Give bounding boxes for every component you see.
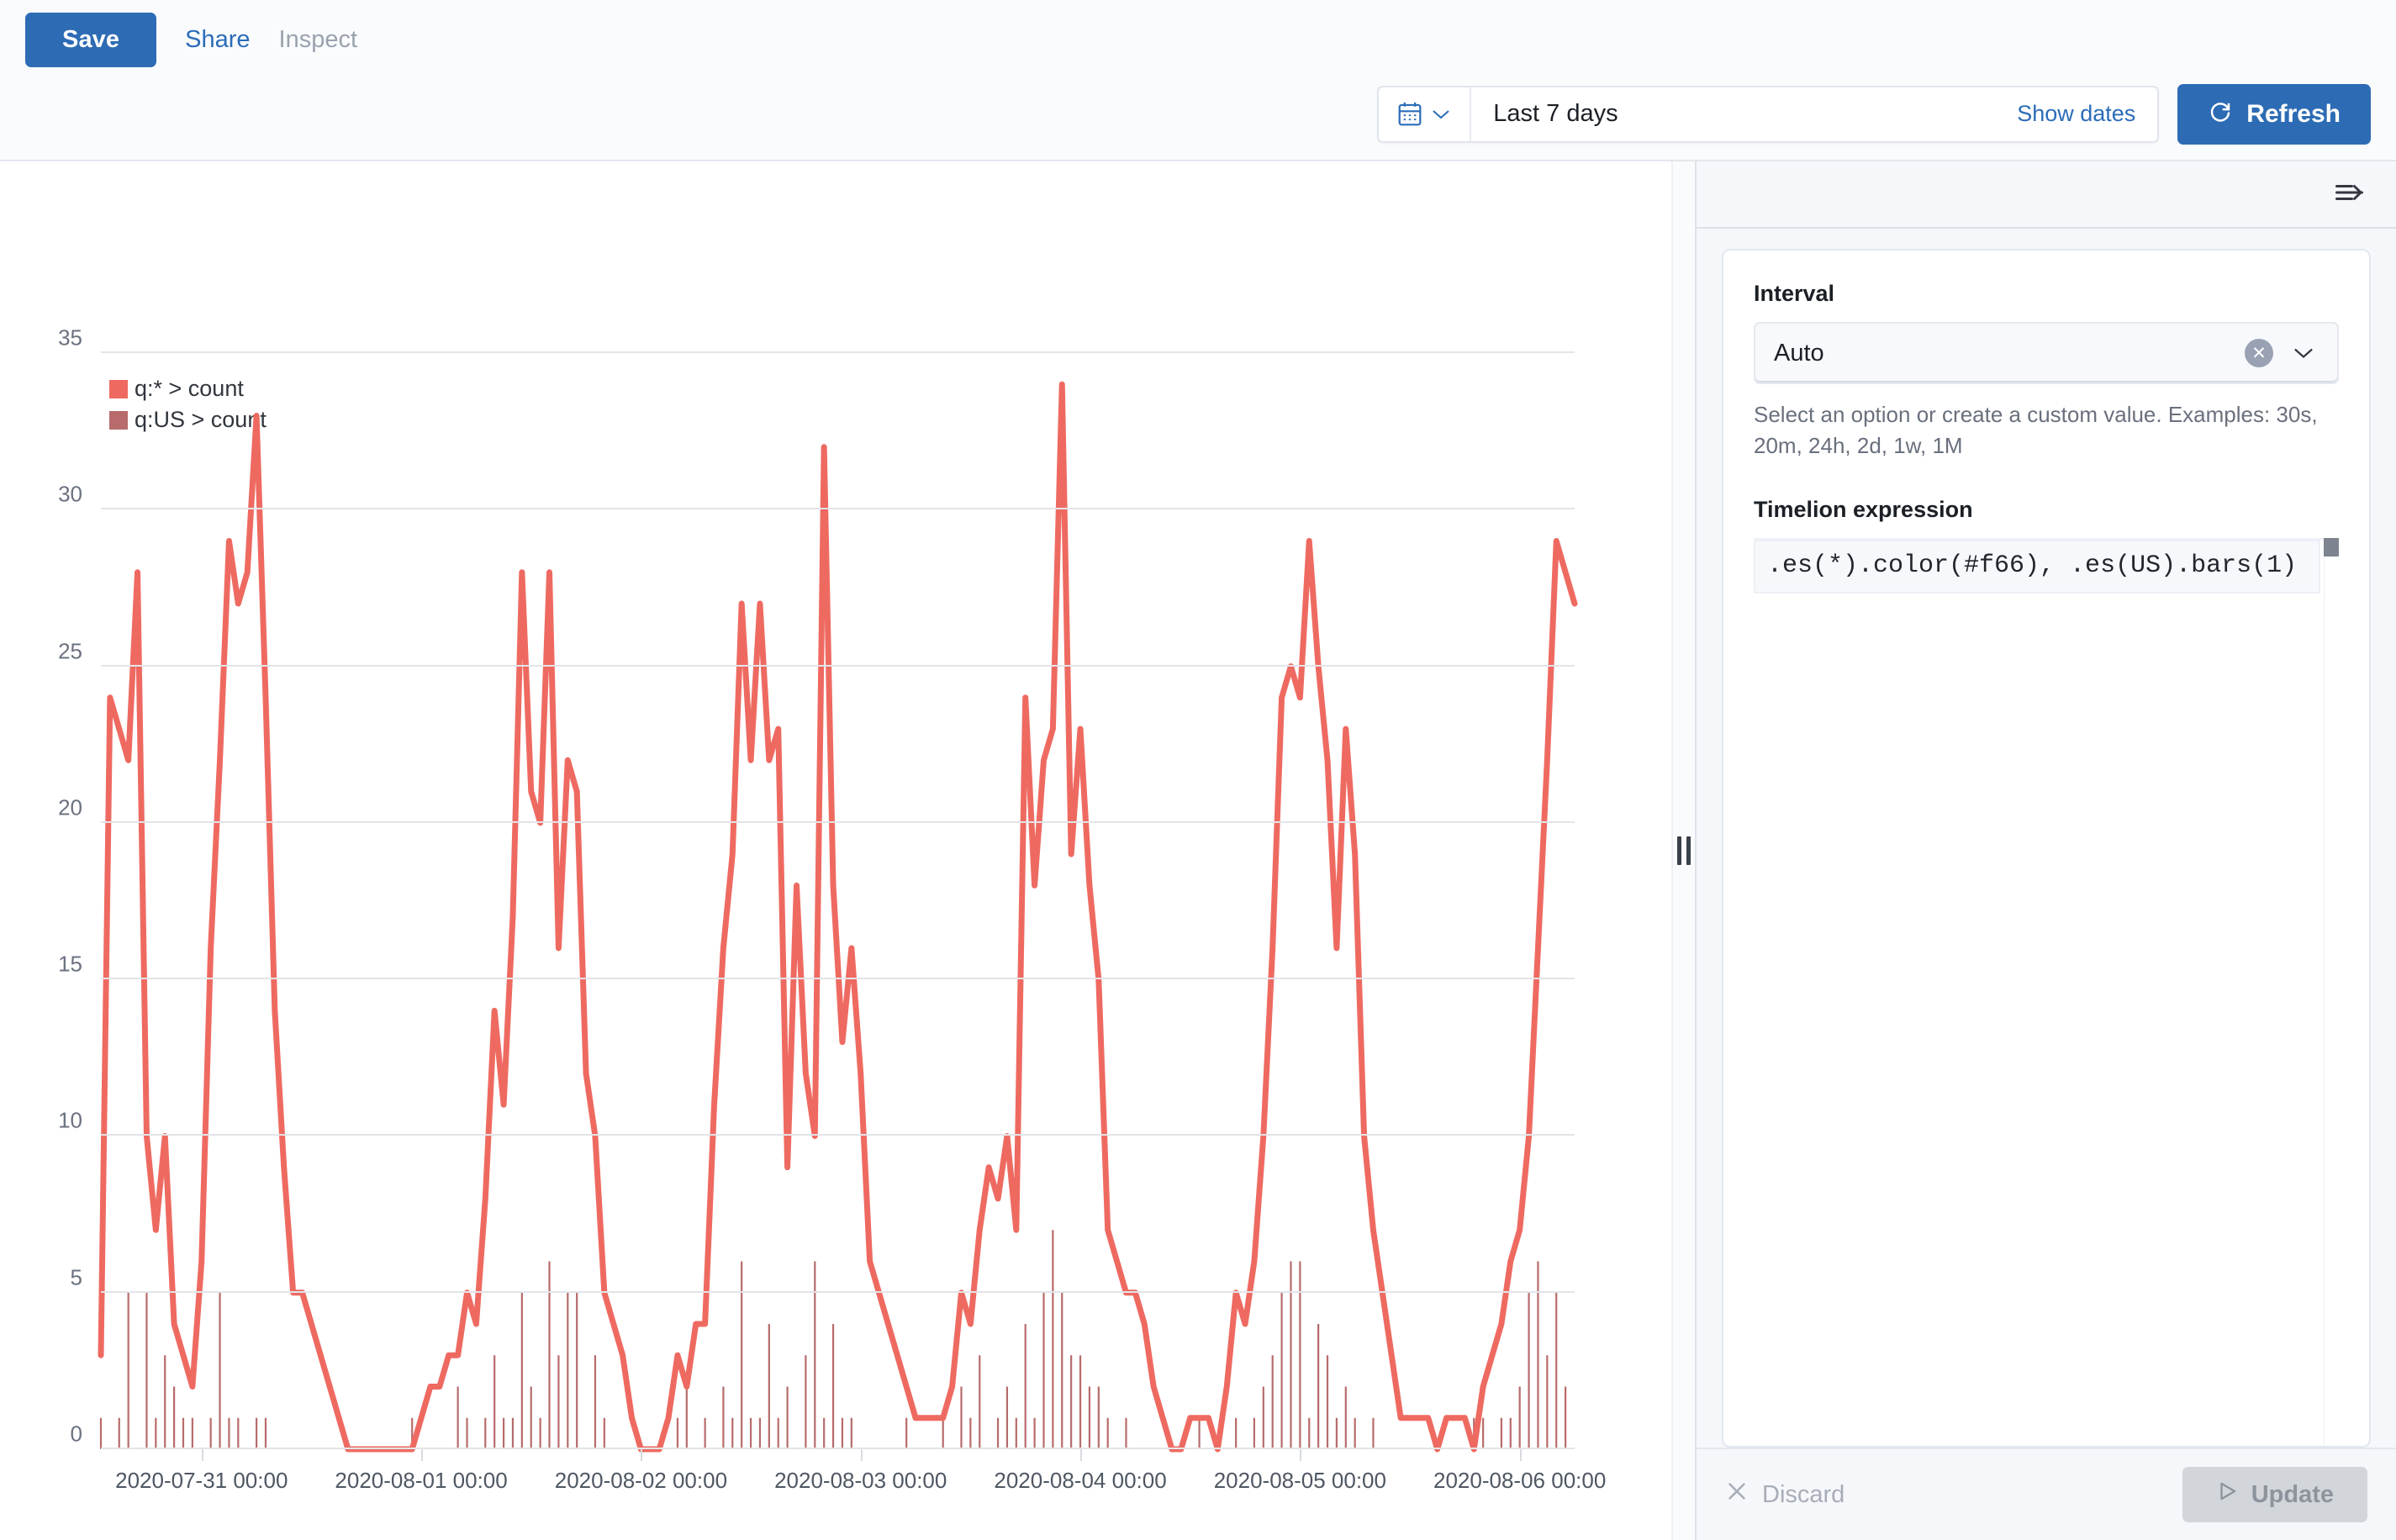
discard-button[interactable]: Discard [1725,1479,1844,1510]
expression-textarea[interactable]: .es(*).color(#f66), .es(US).bars(1) [1754,538,2339,1446]
timelion-chart-pane: q:* > count q:US > count 051015202530352… [0,161,1671,1540]
x-axis-tick [641,1449,642,1461]
update-button[interactable]: Update [2182,1467,2367,1522]
x-axis-tick [202,1449,203,1461]
close-x-icon [1725,1479,1749,1510]
x-axis-tick [1080,1449,1082,1461]
scrollbar-thumb[interactable] [2324,538,2339,556]
chevron-down-icon [1431,108,1451,121]
date-picker[interactable]: Last 7 days Show dates [1377,86,2159,143]
chart-series-svg [101,353,1575,1449]
expression-panel: Interval Auto ✕ Select an option or crea… [1722,249,2371,1448]
y-axis-tick-label: 30 [58,482,82,508]
expression-editor[interactable]: .es(*).color(#f66), .es(US).bars(1) [1754,538,2339,1446]
interval-help-text: Select an option or create a custom valu… [1754,399,2339,461]
expression-side-panel: Interval Auto ✕ Select an option or crea… [1695,161,2396,1540]
y-axis-tick-label: 10 [58,1108,82,1134]
calendar-icon [1397,101,1422,128]
date-range-input[interactable]: Last 7 days [1471,100,1995,128]
x-axis-tick [1520,1449,1522,1461]
side-panel-body: Interval Auto ✕ Select an option or crea… [1697,229,2396,1448]
gridline [101,821,1575,823]
workspace: q:* > count q:US > count 051015202530352… [0,161,2396,1540]
y-axis-tick-label: 5 [71,1264,82,1290]
gridline [101,1291,1575,1293]
y-axis-tick-label: 15 [58,952,82,978]
x-axis-tick-label: 2020-07-31 00:00 [115,1468,288,1494]
gridline [101,1134,1575,1136]
y-axis-tick-label: 0 [71,1421,82,1448]
x-axis-tick [861,1449,863,1461]
x-axis-tick-label: 2020-08-06 00:00 [1433,1468,1606,1494]
gridline [101,978,1575,979]
chart-container[interactable]: q:* > count q:US > count 051015202530352… [0,161,1671,1540]
refresh-label: Refresh [2246,100,2341,129]
expression-scrollbar[interactable] [2324,538,2339,1446]
query-bar: Last 7 days Show dates Refresh [0,80,2396,161]
series-bars [101,1230,1565,1449]
y-axis-tick-label: 35 [58,325,82,351]
y-axis-tick-label: 20 [58,794,82,820]
timelion-app: Save Share Inspect Last 7 [0,0,2396,1540]
x-axis-tick-label: 2020-08-01 00:00 [335,1468,507,1494]
play-icon [2216,1480,2238,1509]
interval-combobox[interactable]: Auto ✕ [1754,322,2339,384]
x-axis-tick [421,1449,423,1461]
x-axis-tick-label: 2020-08-05 00:00 [1214,1468,1386,1494]
side-panel-header [1697,161,2396,229]
x-axis-tick-label: 2020-08-04 00:00 [994,1468,1166,1494]
gridline [101,351,1575,353]
series-line [101,384,1575,1449]
inspect-link[interactable]: Inspect [279,26,358,54]
chart-plot-area[interactable]: 051015202530352020-07-31 00:002020-08-01… [101,353,1575,1449]
update-label: Update [2251,1481,2334,1509]
panel-resize-handle[interactable] [1671,161,1695,1540]
show-dates-button[interactable]: Show dates [1995,101,2157,127]
x-axis-tick-label: 2020-08-02 00:00 [555,1468,727,1494]
save-button[interactable]: Save [25,13,156,67]
interval-value[interactable]: Auto [1774,340,2233,367]
expression-value[interactable]: .es(*).color(#f66), .es(US).bars(1) [1754,540,2320,593]
menu-right-arrow-icon[interactable] [2334,180,2367,209]
x-axis-tick-label: 2020-08-03 00:00 [774,1468,947,1494]
top-toolbar: Save Share Inspect [0,0,2396,80]
gridline [101,508,1575,509]
refresh-button[interactable]: Refresh [2177,84,2371,145]
clear-x-icon[interactable]: ✕ [2245,339,2273,367]
share-link[interactable]: Share [185,26,250,54]
y-axis-tick-label: 25 [58,638,82,664]
expression-label: Timelion expression [1754,497,2339,523]
interval-label: Interval [1754,281,2339,307]
gridline [101,1448,1575,1449]
refresh-icon [2208,98,2233,130]
x-axis-tick [1300,1449,1301,1461]
side-panel-footer: Discard Update [1697,1448,2396,1540]
grip-icon [1677,836,1691,865]
gridline [101,665,1575,667]
discard-label: Discard [1762,1481,1844,1509]
date-quick-select-button[interactable] [1379,87,1471,141]
chevron-down-icon[interactable] [2285,345,2322,361]
